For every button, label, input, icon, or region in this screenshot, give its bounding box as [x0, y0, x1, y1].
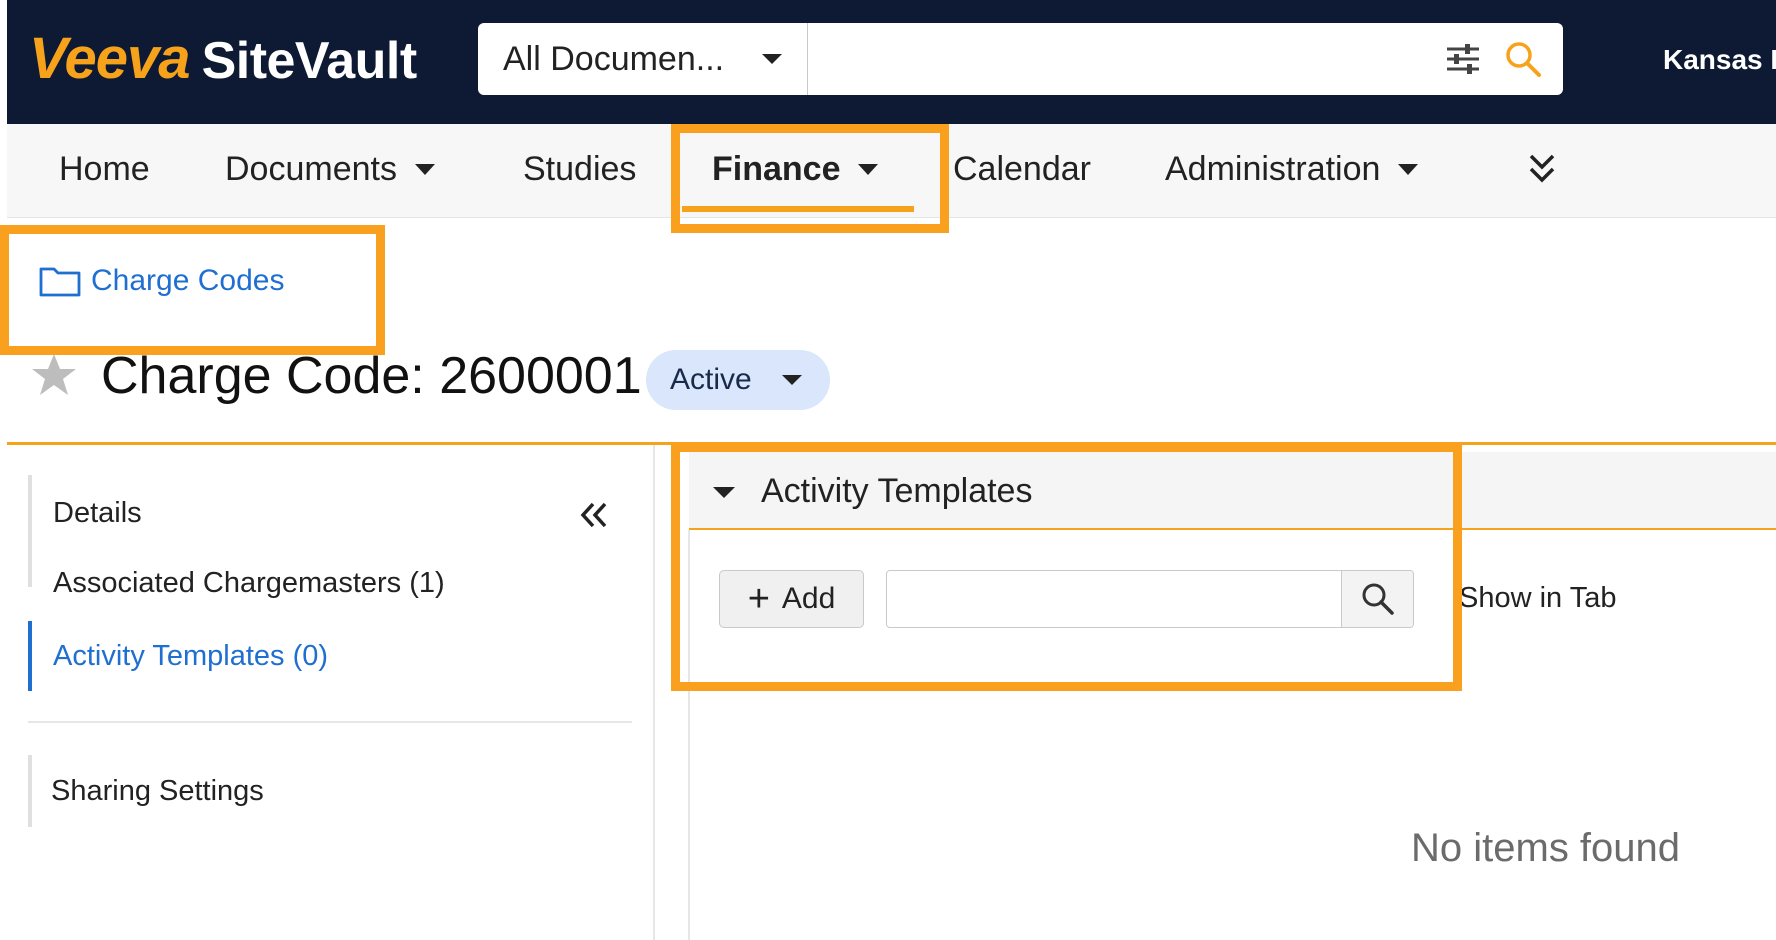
search-filter-button[interactable]: [1433, 29, 1493, 89]
search-scope-dropdown[interactable]: All Documen...: [478, 23, 808, 95]
sidebar-rail: [28, 475, 32, 587]
global-search: All Documen...: [478, 23, 1563, 95]
nav-administration[interactable]: Administration: [1165, 150, 1419, 189]
logo-product: SiteVault: [201, 32, 418, 90]
breadcrumb[interactable]: Charge Codes: [39, 264, 284, 298]
nav-documents-label: Documents: [225, 150, 397, 188]
nav-studies-label: Studies: [523, 150, 637, 188]
nav-calendar-label: Calendar: [953, 150, 1091, 188]
empty-state-message: No items found: [1411, 826, 1681, 870]
double-chevron-left-icon: [580, 502, 607, 528]
show-in-tab-link[interactable]: Show in Tab: [1459, 582, 1616, 615]
nav-active-indicator: [682, 206, 914, 212]
nav-home-label: Home: [59, 150, 150, 188]
sidebar-item-activity-templates[interactable]: Activity Templates (0): [53, 640, 328, 673]
section-search: [886, 570, 1414, 628]
chevron-down-icon: [858, 164, 879, 175]
sidebar-rail: [28, 755, 32, 827]
star-icon: [32, 354, 76, 395]
nav-documents[interactable]: Documents: [225, 150, 435, 189]
double-chevron-down-icon: [1529, 154, 1555, 183]
chevron-down-icon: [762, 54, 782, 64]
sidebar-divider: [28, 721, 632, 723]
sidebar-item-associated-chargemasters[interactable]: Associated Chargemasters (1): [53, 567, 445, 600]
favorite-button[interactable]: [30, 352, 78, 403]
logo-brand: Veeva: [29, 26, 191, 91]
page-title: Charge Code: 2600001: [101, 347, 642, 405]
search-button[interactable]: [1493, 29, 1553, 89]
chevron-down-icon: [414, 164, 435, 175]
main-divider: [688, 530, 690, 940]
plus-icon: +: [747, 578, 770, 620]
breadcrumb-link[interactable]: Charge Codes: [91, 264, 284, 298]
nav-calendar[interactable]: Calendar: [953, 150, 1091, 189]
top-header: Veeva SiteVault All Documen... Kansas F: [7, 0, 1776, 124]
status-dropdown[interactable]: Active: [646, 350, 830, 410]
chevron-down-icon: [781, 375, 802, 385]
nav-finance-label: Finance: [712, 150, 841, 188]
nav-finance[interactable]: Finance: [712, 150, 879, 189]
add-button[interactable]: + Add: [719, 570, 864, 628]
sidebar-item-details[interactable]: Details: [53, 497, 142, 530]
search-icon: [1362, 583, 1394, 615]
record-sidebar: Details Associated Chargemasters (1) Act…: [7, 445, 655, 940]
user-menu[interactable]: Kansas F: [1663, 44, 1776, 76]
nav-studies[interactable]: Studies: [523, 150, 636, 189]
sliders-icon: [1447, 44, 1479, 74]
nav-more-button[interactable]: [1527, 152, 1557, 186]
search-scope-label: All Documen...: [503, 39, 725, 78]
folder-icon: [39, 267, 81, 297]
chevron-down-icon: [1398, 164, 1419, 175]
activity-templates-section-header[interactable]: Activity Templates: [689, 452, 1776, 530]
status-label: Active: [670, 363, 752, 396]
collapse-caret-icon: [713, 487, 735, 498]
collapse-sidebar-button[interactable]: [579, 497, 609, 537]
add-button-label: Add: [781, 582, 836, 615]
search-icon: [1506, 42, 1541, 77]
sidebar-active-indicator: [28, 621, 32, 691]
app-logo[interactable]: Veeva SiteVault: [29, 26, 418, 91]
search-input[interactable]: [808, 23, 1433, 95]
section-title: Activity Templates: [761, 472, 1033, 510]
nav-home[interactable]: Home: [59, 150, 150, 189]
section-search-input[interactable]: [887, 571, 1341, 627]
main-nav: Home Documents Studies Finance Calendar …: [7, 124, 1776, 218]
nav-administration-label: Administration: [1165, 150, 1381, 188]
section-search-button[interactable]: [1341, 571, 1413, 627]
sidebar-item-sharing-settings[interactable]: Sharing Settings: [51, 775, 264, 808]
